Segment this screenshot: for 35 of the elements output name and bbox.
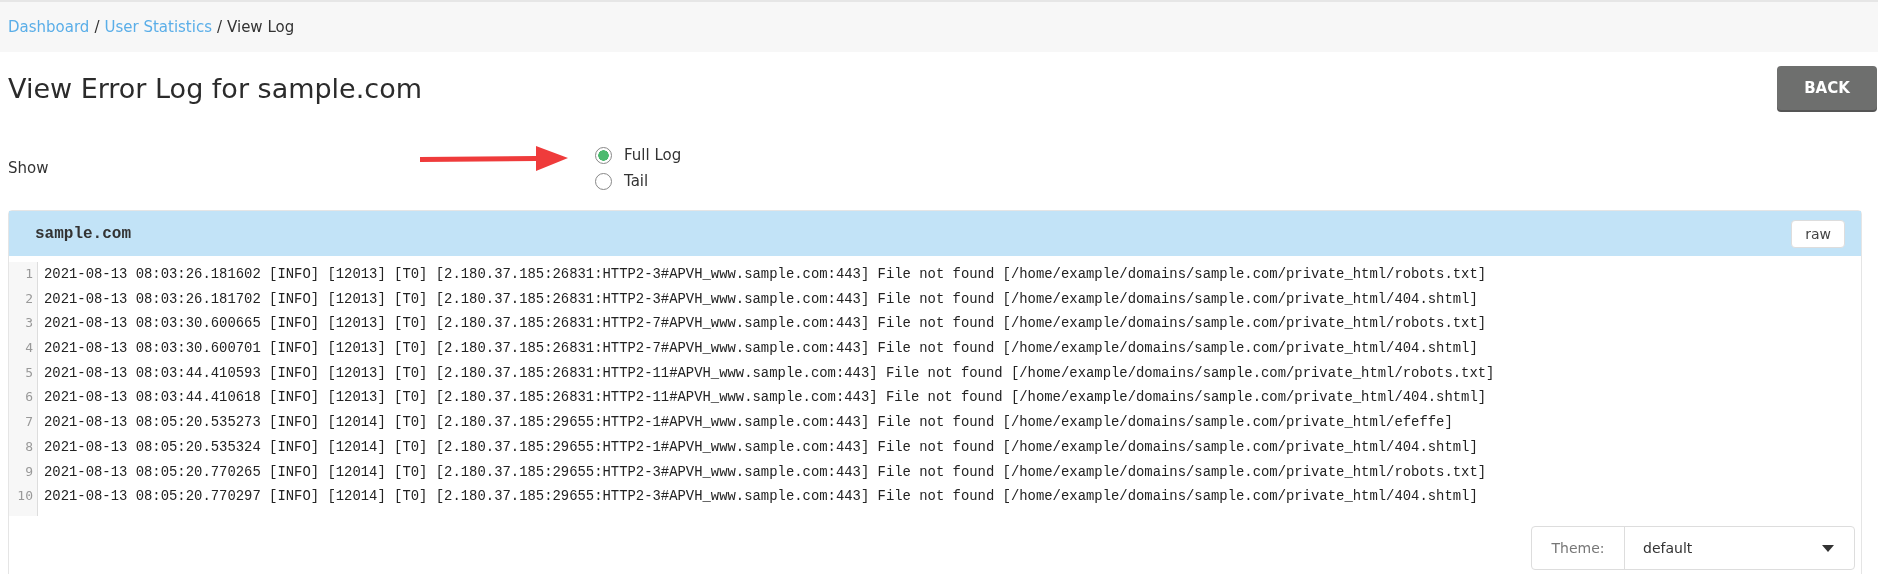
line-number: 8 bbox=[24, 437, 34, 456]
line-number: 3 bbox=[24, 314, 34, 333]
theme-label: Theme: bbox=[1532, 527, 1625, 569]
raw-button[interactable]: raw bbox=[1791, 219, 1845, 248]
log-line: 2021-08-13 08:03:44.410593 [INFO] [12013] [T0] [2.180.37.185:26831:HTTP2-11#APVH_www.sample.com:443] File not found [/home/example/domains/sample.com/private_html/robots.txt] bbox=[44, 363, 1495, 383]
radio-option[interactable]: Full Log bbox=[595, 146, 682, 164]
breadcrumb-current: View Log bbox=[227, 18, 295, 36]
log-line: 2021-08-13 08:05:20.770297 [INFO] [12014] [T0] [2.180.37.185:29655:HTTP2-3#APVH_www.sample.com:443] File not found [/home/example/domains/sample.com/private_html/404.shtml] bbox=[44, 487, 1479, 507]
line-number: 9 bbox=[24, 462, 34, 481]
theme-select[interactable]: Theme: default bbox=[1531, 526, 1855, 570]
caret-icon bbox=[1822, 544, 1834, 552]
line-number: 1 bbox=[24, 265, 34, 283]
log-line: 2021-08-13 08:03:30.600701 [INFO] [12013] [T0] [2.180.37.185:26831:HTTP2-7#APVH_www.sample.com:443] File not found [/home/example/domains/sample.com/private_html/404.shtml] bbox=[44, 339, 1479, 359]
page-title: View Error Log for sample.com bbox=[8, 72, 422, 104]
log-line: 2021-08-13 08:03:44.410618 [INFO] [12013] [T0] [2.180.37.185:26831:HTTP2-11#APVH_www.sample.com:443] File not found [/home/example/domains/sample.com/private_html/404.shtml] bbox=[44, 388, 1488, 408]
log-line: 2021-08-13 08:05:20.535324 [INFO] [12014] [T0] [2.180.37.185:29655:HTTP2-1#APVH_www.sample.com:443] File not found [/home/example/domains/sample.com/private_html/404.shtml] bbox=[44, 437, 1479, 457]
line-number: 5 bbox=[24, 363, 34, 382]
line-number: 2 bbox=[24, 289, 34, 308]
breadcrumb-separator: / bbox=[217, 18, 223, 36]
radio-option[interactable]: Tail bbox=[595, 172, 682, 190]
line-number: 7 bbox=[24, 413, 34, 432]
show-label: Show bbox=[8, 159, 50, 177]
log-line: 2021-08-13 08:03:30.600665 [INFO] [12013] [T0] [2.180.37.185:26831:HTTP2-7#APVH_www.sample.com:443] File not found [/home/example/domains/sample.com/private_html/robots.txt] bbox=[44, 314, 1488, 334]
log-line: 2021-08-13 08:03:26.181602 [INFO] [12013] [T0] [2.180.37.185:26831:HTTP2-3#APVH_www.sample.com:443] File not found [/home/example/domains/sample.com/private_html/robots.txt] bbox=[44, 265, 1488, 284]
back-button[interactable]: BACK bbox=[1777, 66, 1877, 110]
log-line: 2021-08-13 08:03:26.181702 [INFO] [12013] [T0] [2.180.37.185:26831:HTTP2-3#APVH_www.sample.com:443] File not found [/home/example/domains/sample.com/private_html/404.shtml] bbox=[44, 289, 1479, 309]
log-line: 2021-08-13 08:05:20.535273 [INFO] [12014] [T0] [2.180.37.185:29655:HTTP2-1#APVH_www.sample.com:443] File not found [/home/example/domains/sample.com/private_html/efeffe] bbox=[44, 413, 1454, 433]
line-number: 4 bbox=[24, 339, 34, 358]
panel-title: sample.com bbox=[35, 224, 131, 243]
theme-value: default bbox=[1642, 540, 1694, 556]
breadcrumb-separator: / bbox=[94, 18, 100, 36]
annotation-arrow-icon bbox=[418, 143, 570, 173]
log-line: 2021-08-13 08:05:20.770265 [INFO] [12014] [T0] [2.180.37.185:29655:HTTP2-3#APVH_www.sample.com:443] File not found [/home/example/domains/sample.com/private_html/robots.txt] bbox=[44, 462, 1488, 482]
line-number: 6 bbox=[24, 388, 34, 407]
line-number: 10 bbox=[16, 487, 34, 506]
